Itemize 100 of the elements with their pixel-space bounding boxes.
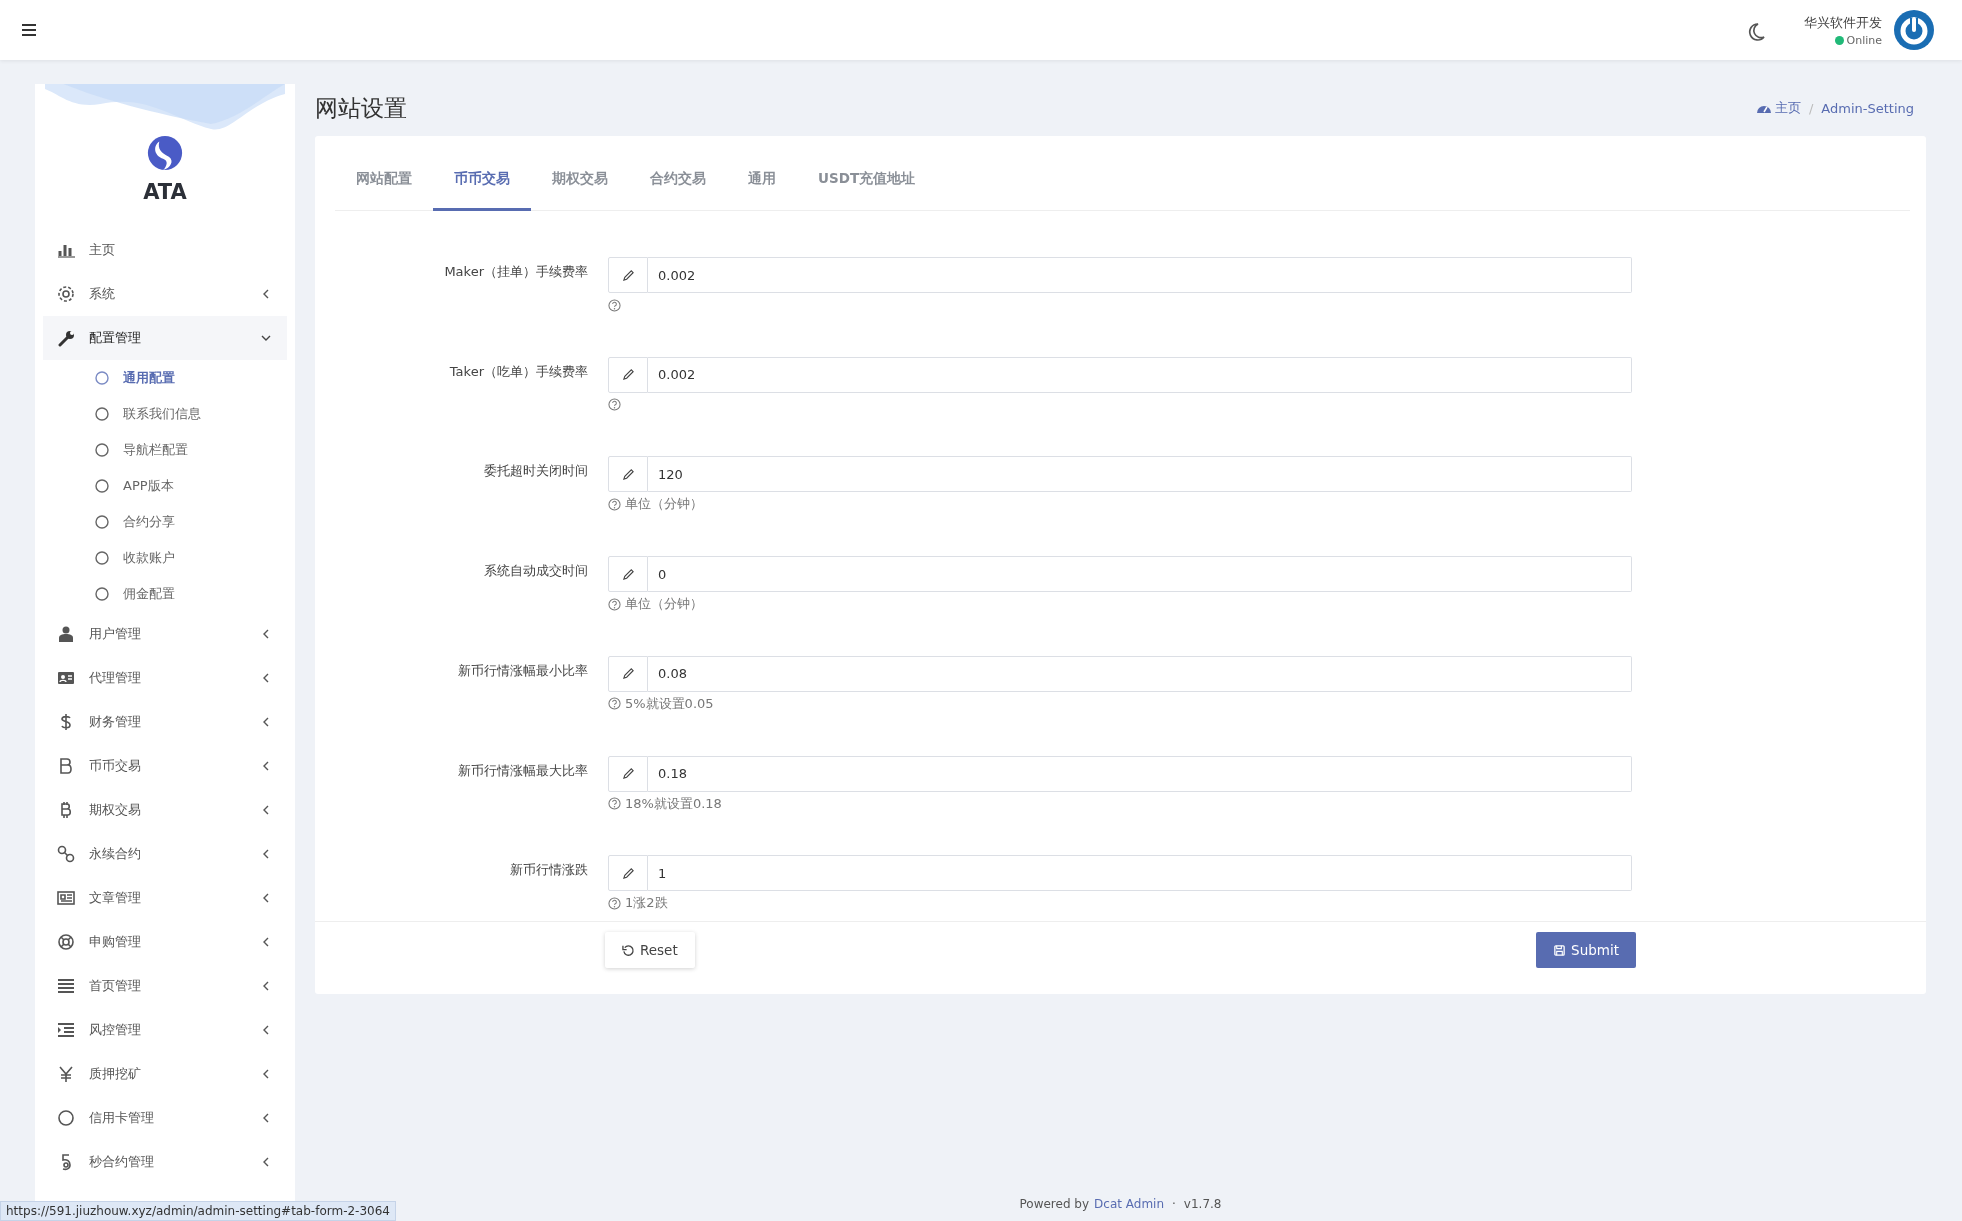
circle-icon bbox=[95, 479, 109, 493]
user-status: Online bbox=[1846, 33, 1882, 47]
sidebar-item[interactable]: 申购管理 bbox=[43, 920, 287, 964]
chevron-left-icon bbox=[261, 1157, 271, 1167]
input-field[interactable]: 120 bbox=[648, 456, 1632, 493]
chevron-left-icon bbox=[261, 981, 271, 991]
circle-icon bbox=[95, 551, 109, 565]
input-field[interactable]: 0.08 bbox=[648, 655, 1632, 692]
sidebar-item[interactable]: 风控管理 bbox=[43, 1008, 287, 1052]
sidebar-item[interactable]: 质押挖矿 bbox=[43, 1052, 287, 1096]
save-icon bbox=[1553, 943, 1567, 957]
settings-icon bbox=[57, 285, 75, 303]
sidebar-item[interactable]: 配置管理 bbox=[43, 316, 287, 360]
sidebar-item[interactable]: 主页 bbox=[43, 228, 287, 272]
reset-button[interactable]: Reset bbox=[605, 932, 695, 968]
submenu-item[interactable]: 通用配置 bbox=[43, 360, 287, 396]
pencil-icon bbox=[621, 467, 635, 481]
sidebar-item[interactable]: 系统 bbox=[43, 272, 287, 316]
chevron-down-icon bbox=[261, 333, 271, 343]
help-icon bbox=[608, 697, 621, 711]
pencil-icon bbox=[621, 866, 635, 880]
logo-icon bbox=[146, 134, 184, 172]
help-icon bbox=[608, 896, 621, 910]
sidebar-item[interactable]: 期权交易 bbox=[43, 788, 287, 832]
submenu-item[interactable]: 佣金配置 bbox=[43, 576, 287, 612]
help-icon bbox=[608, 398, 621, 412]
help-text: 5%就设置0.05 bbox=[625, 694, 714, 713]
help-icon bbox=[608, 497, 621, 511]
user-icon bbox=[57, 625, 75, 643]
tab[interactable]: 币币交易 bbox=[433, 158, 531, 211]
help-icon bbox=[608, 797, 621, 811]
menu-icon[interactable] bbox=[21, 23, 37, 37]
input-field[interactable]: 0.002 bbox=[648, 257, 1632, 293]
field-label: 委托超时关闭时间 bbox=[483, 462, 588, 481]
circle-icon bbox=[95, 443, 109, 457]
footer-separator: · bbox=[1172, 1197, 1176, 1211]
moon-icon[interactable] bbox=[1746, 22, 1766, 42]
circle-icon bbox=[95, 407, 109, 421]
pencil-icon bbox=[621, 667, 635, 681]
wrench-icon bbox=[57, 329, 75, 347]
chevron-left-icon bbox=[261, 289, 271, 299]
help-text: 单位（分钟） bbox=[625, 495, 703, 514]
submenu-item[interactable]: 导航栏配置 bbox=[43, 432, 287, 468]
help-text: 单位（分钟） bbox=[625, 595, 703, 614]
newspaper-icon bbox=[57, 889, 75, 907]
input-field[interactable]: 0.18 bbox=[648, 755, 1632, 792]
chevron-left-icon bbox=[261, 761, 271, 771]
letter-b-icon bbox=[57, 757, 75, 775]
chevron-left-icon bbox=[261, 717, 271, 727]
avatar-icon[interactable] bbox=[1894, 10, 1934, 50]
circle-icon bbox=[95, 371, 109, 385]
sidebar-item[interactable]: 代理管理 bbox=[43, 656, 287, 700]
submit-button[interactable]: Submit bbox=[1536, 932, 1636, 968]
breadcrumb-home-link[interactable]: 主页 bbox=[1755, 99, 1801, 117]
sidebar-item[interactable]: 首页管理 bbox=[43, 964, 287, 1008]
circle-icon bbox=[57, 1109, 75, 1127]
chevron-left-icon bbox=[261, 849, 271, 859]
sidebar-item[interactable]: 永续合约 bbox=[43, 832, 287, 876]
chevron-left-icon bbox=[261, 1113, 271, 1123]
status-url: https://591.jiuzhouw.xyz/admin/admin-setting#tab-form-2-3064 bbox=[0, 1201, 396, 1221]
sidebar-item[interactable]: 秒合约管理 bbox=[43, 1140, 287, 1184]
pencil-icon bbox=[621, 567, 635, 581]
chevron-left-icon bbox=[261, 1069, 271, 1079]
sidebar-item[interactable]: 信用卡管理 bbox=[43, 1096, 287, 1140]
submenu-item[interactable]: 合约分享 bbox=[43, 504, 287, 540]
field-label: Maker（挂单）手续费率 bbox=[443, 263, 588, 281]
input-field[interactable]: 1 bbox=[648, 855, 1632, 892]
breadcrumb-current: Admin-Setting bbox=[1821, 100, 1914, 116]
circle-icon bbox=[95, 515, 109, 529]
sidebar-item[interactable]: 文章管理 bbox=[43, 876, 287, 920]
field-label: 新币行情涨幅最小比率 bbox=[457, 661, 588, 680]
page-title: 网站设置 bbox=[315, 93, 407, 123]
input-field[interactable]: 0.002 bbox=[648, 356, 1632, 393]
link-icon bbox=[57, 845, 75, 863]
sidebar-item[interactable]: 币币交易 bbox=[43, 744, 287, 788]
sidebar-item[interactable]: 财务管理 bbox=[43, 700, 287, 744]
pencil-icon bbox=[621, 368, 635, 382]
field-label: 新币行情涨跌 bbox=[509, 861, 588, 880]
submenu-item[interactable]: APP版本 bbox=[43, 468, 287, 504]
indent-list-icon bbox=[57, 1021, 75, 1039]
footer-link[interactable]: Dcat Admin bbox=[1094, 1197, 1165, 1211]
chevron-left-icon bbox=[261, 893, 271, 903]
input-field[interactable]: 0 bbox=[648, 556, 1632, 593]
undo-icon bbox=[622, 943, 635, 957]
field-label: 系统自动成交时间 bbox=[483, 562, 588, 581]
chevron-left-icon bbox=[261, 937, 271, 947]
id-card-icon bbox=[57, 669, 75, 687]
help-icon bbox=[608, 597, 621, 611]
chevron-left-icon bbox=[261, 629, 271, 639]
life-ring-icon bbox=[57, 933, 75, 951]
status-dot bbox=[1834, 35, 1844, 45]
field-label: Taker（吃单）手续费率 bbox=[448, 362, 588, 381]
brand-name: ATA bbox=[143, 180, 187, 204]
help-icon bbox=[608, 298, 621, 312]
user-name[interactable]: 华兴软件开发 bbox=[1804, 13, 1882, 32]
field-label: 新币行情涨幅最大比率 bbox=[457, 761, 588, 780]
submenu-item[interactable]: 联系我们信息 bbox=[43, 396, 287, 432]
chevron-left-icon bbox=[261, 673, 271, 683]
sidebar-item[interactable]: 用户管理 bbox=[43, 612, 287, 656]
submenu-item[interactable]: 收款账户 bbox=[43, 540, 287, 576]
